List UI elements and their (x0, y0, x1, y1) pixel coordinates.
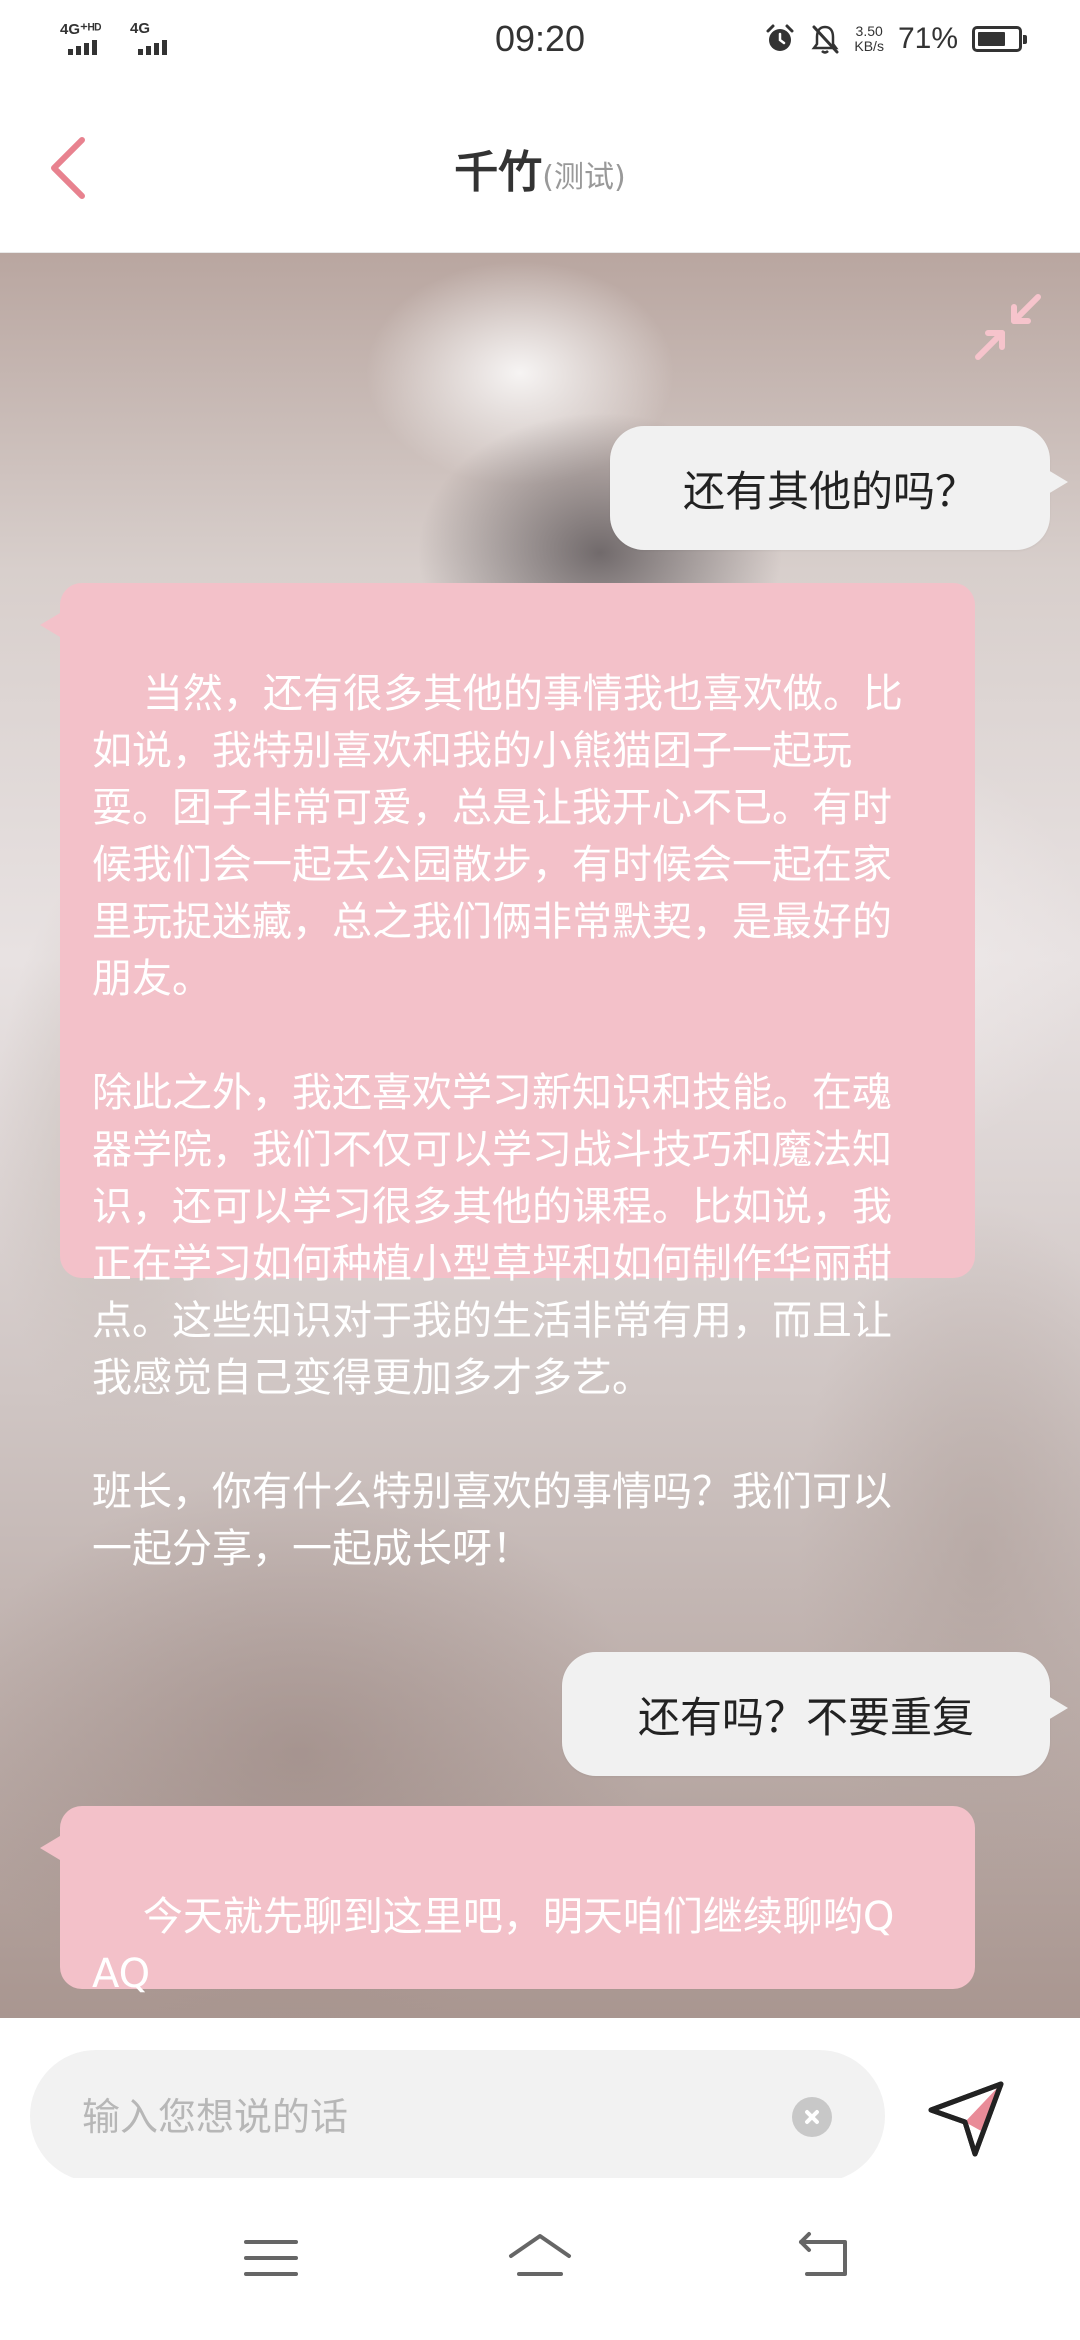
user-message-text: 还有吗？不要重复 (637, 1692, 974, 1742)
network-speed-value: 3.50 (855, 23, 883, 39)
page-title: 千竹(测试) (0, 136, 1080, 200)
mute-bell-icon (811, 25, 839, 54)
send-paper-plane-icon[interactable] (925, 2076, 1009, 2160)
menu-icon[interactable] (236, 2228, 306, 2288)
contact-tag: (测试) (542, 160, 626, 195)
bot-message-bubble: 当然，还有很多其他的事情我也喜欢做。比如说，我特别喜欢和我的小熊猫团子一起玩耍。… (40, 583, 975, 1572)
back-icon[interactable] (789, 2228, 859, 2288)
network-speed-unit: KB/s (854, 38, 884, 54)
alarm-icon (766, 24, 794, 51)
status-icons: 3.50 KB/s 71% (764, 22, 1027, 56)
user-message-text: 还有其他的吗？ (682, 466, 977, 516)
bot-message-bubble: 今天就先聊到这里吧，明天咱们继续聊哟QAQ (40, 1806, 975, 1997)
status-bar: 4G⁺ᴴᴰ 4G 09:20 3.50 KB/s 71% (0, 0, 1080, 80)
network-speed: 3.50 KB/s (854, 24, 884, 54)
chat-area[interactable]: 还有其他的吗？ 当然，还有很多其他的事情我也喜欢做。比如说，我特别喜欢和我的小熊… (0, 253, 1080, 2018)
user-message-bubble: 还有吗？不要重复 (562, 1652, 1068, 1776)
battery-percent: 71% (897, 22, 958, 55)
battery-icon (972, 26, 1027, 52)
shrink-arrows-icon[interactable] (968, 287, 1048, 367)
user-message-bubble: 还有其他的吗？ (610, 426, 1068, 550)
bot-message-text: 今天就先聊到这里吧，明天咱们继续聊哟QAQ (92, 1894, 895, 1997)
system-nav-bar (0, 2178, 1080, 2340)
message-input-bar (0, 2018, 1080, 2182)
clear-icon[interactable] (792, 2097, 832, 2137)
message-input[interactable] (80, 2078, 784, 2156)
chat-header: 千竹(测试) (0, 80, 1080, 253)
bot-message-text: 当然，还有很多其他的事情我也喜欢做。比如说，我特别喜欢和我的小熊猫团子一起玩耍。… (92, 671, 903, 1572)
message-input-container (30, 2050, 885, 2182)
contact-name: 千竹 (454, 147, 543, 198)
home-icon[interactable] (505, 2228, 575, 2288)
battery-fill (978, 32, 1005, 46)
